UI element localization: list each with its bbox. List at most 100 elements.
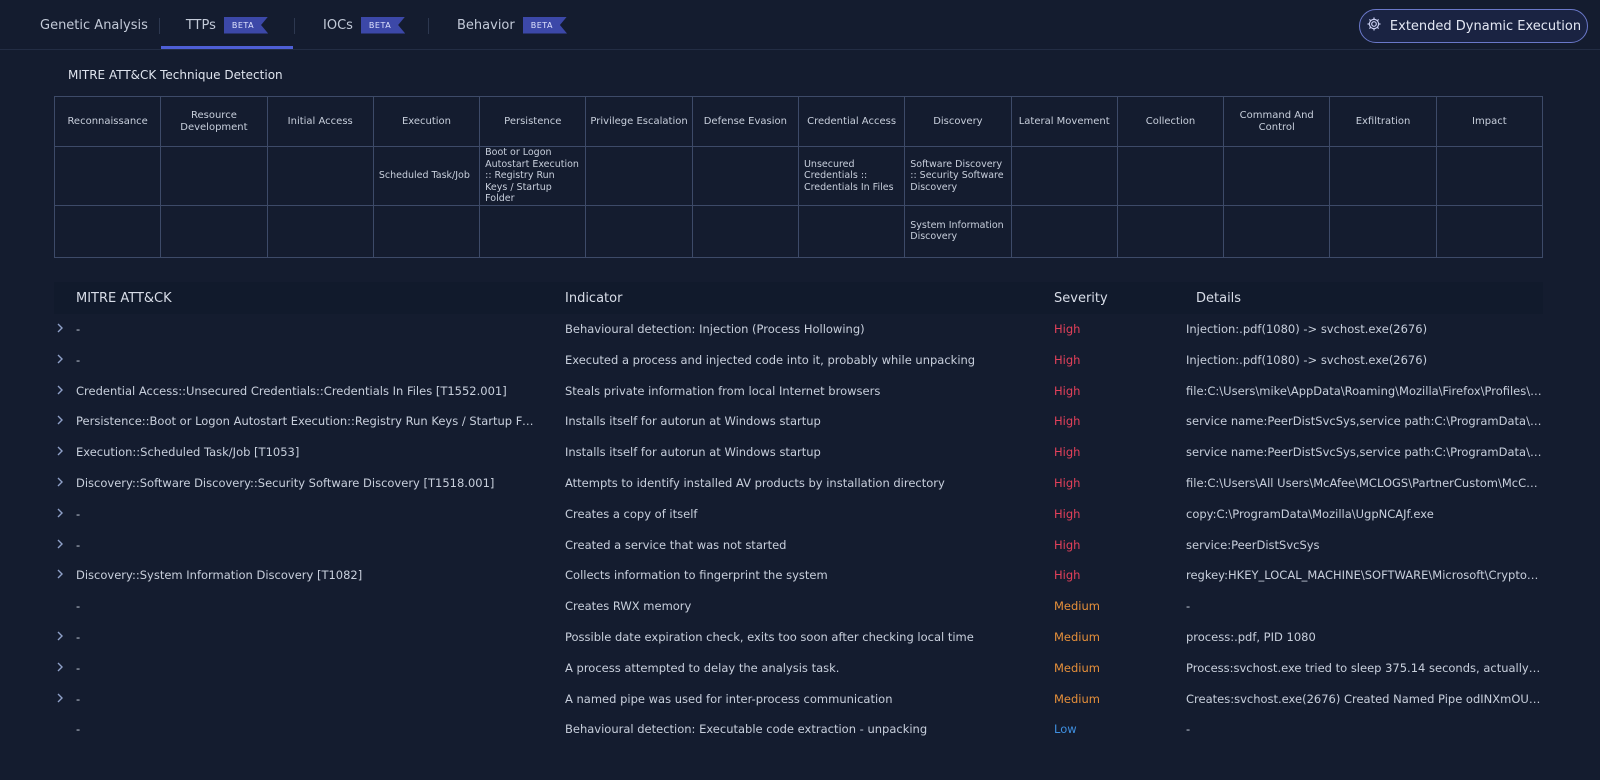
header-indicator[interactable]: Indicator <box>565 291 622 306</box>
empty-cell <box>1435 146 1544 206</box>
chevron-right-icon[interactable] <box>54 414 66 426</box>
tactic-header: Reconnaissance <box>53 96 162 147</box>
chevron-right-icon[interactable] <box>54 568 66 580</box>
chevron-right-icon[interactable] <box>54 538 66 550</box>
severity-label: Medium <box>1054 660 1100 675</box>
tab-label: Behavior <box>457 17 515 33</box>
chevron-right-icon[interactable] <box>54 384 66 396</box>
header-severity[interactable]: Severity <box>1054 291 1108 306</box>
mitre-technique: - <box>76 352 81 367</box>
empty-cell <box>1329 146 1437 206</box>
empty-cell <box>372 204 481 258</box>
tactic-header: Initial Access <box>266 96 374 147</box>
severity-label: High <box>1054 352 1081 367</box>
empty-cell <box>1223 204 1331 258</box>
mitre-technique: - <box>76 629 81 644</box>
tab-genetic-analysis[interactable]: Genetic Analysis <box>40 0 148 50</box>
empty-cell <box>1435 204 1544 258</box>
tab-label: Genetic Analysis <box>40 17 148 33</box>
indicator-row[interactable]: - Created a service that was not started H… <box>54 530 1543 561</box>
beta-badge: BETA <box>360 16 406 34</box>
indicator-row[interactable]: Discovery::Software Discovery::Security … <box>54 468 1543 499</box>
tactic-header: Exfiltration <box>1329 96 1437 147</box>
details-text: copy:C:\ProgramData\Mozilla\UgpNCAJf.exe <box>1186 506 1434 521</box>
indicator-row[interactable]: - A process attempted to delay the analys… <box>54 653 1543 684</box>
indicator-row[interactable]: Credential Access::Unsecured Credentials… <box>54 376 1543 407</box>
details-text: process:.pdf, PID 1080 <box>1186 629 1316 644</box>
indicator-text: Installs itself for autorun at Windows s… <box>565 414 821 429</box>
chevron-right-icon[interactable] <box>54 630 66 642</box>
details-text: file:C:\Users\All Users\McAfee\MCLOGS\Pa… <box>1186 475 1543 490</box>
indicator-row[interactable]: - Executed a process and injected code in… <box>54 345 1543 376</box>
matrix-title: MITRE ATT&CK Technique Detection <box>68 68 283 82</box>
tactic-header: Discovery <box>904 96 1012 147</box>
indicator-row[interactable]: Persistence::Boot or Logon Autostart Exe… <box>54 406 1543 437</box>
details-text: - <box>1186 599 1191 614</box>
indicator-text: Creates a copy of itself <box>565 506 698 521</box>
technique-cell[interactable]: Software Discovery :: Security Software … <box>904 146 1012 206</box>
mitre-technique: - <box>76 506 81 521</box>
tab-iocs[interactable]: IOCs BETA <box>323 0 406 50</box>
chevron-right-icon[interactable] <box>54 445 66 457</box>
technique-cell[interactable]: Scheduled Task/Job <box>372 146 481 206</box>
tactic-header: Lateral Movement <box>1010 96 1118 147</box>
chevron-right-icon[interactable] <box>54 507 66 519</box>
empty-cell <box>691 204 799 258</box>
chevron-right-icon[interactable] <box>54 353 66 365</box>
chevron-right-icon[interactable] <box>54 322 66 334</box>
empty-cell <box>1329 204 1437 258</box>
indicator-text: Executed a process and injected code int… <box>565 352 976 367</box>
beta-badge: BETA <box>223 16 269 34</box>
mitre-technique: - <box>76 660 81 675</box>
indicator-row[interactable]: - Creates a copy of itself High copy:C:\Pro… <box>54 499 1543 530</box>
technique-cell[interactable]: Boot or Logon Autostart Execution :: Reg… <box>479 146 587 206</box>
mitre-technique: - <box>76 599 81 614</box>
severity-label: High <box>1054 475 1081 490</box>
tactic-header: Persistence <box>479 96 587 147</box>
indicator-text: A named pipe was used for inter-process … <box>565 691 893 706</box>
indicator-row[interactable]: Execution::Scheduled Task/Job [T1053] Ins… <box>54 437 1543 468</box>
mitre-technique: Execution::Scheduled Task/Job [T1053] <box>76 445 300 460</box>
details-text: - <box>1186 722 1191 737</box>
empty-cell <box>1116 146 1225 206</box>
severity-label: Medium <box>1054 599 1100 614</box>
details-text: Creates:svchost.exe(2676) Created Named … <box>1186 691 1543 706</box>
indicator-text: Behavioural detection: Executable code e… <box>565 722 928 737</box>
chevron-right-icon[interactable] <box>54 692 66 704</box>
details-text: service:PeerDistSvcSys <box>1186 537 1320 552</box>
technique-cell[interactable]: Unsecured Credentials :: Credentials In … <box>797 146 906 206</box>
severity-label: High <box>1054 322 1081 336</box>
severity-label: Low <box>1054 722 1077 737</box>
header-details[interactable]: Details <box>1196 291 1241 306</box>
chevron-right-icon[interactable] <box>54 476 66 488</box>
severity-label: Medium <box>1054 629 1100 644</box>
indicator-text: Behavioural detection: Injection (Proces… <box>565 322 865 336</box>
chevron-right-icon[interactable] <box>54 661 66 673</box>
extended-dynamic-execution-button[interactable]: Extended Dynamic Execution <box>1359 9 1588 43</box>
tab-behavior[interactable]: Behavior BETA <box>457 0 568 50</box>
empty-cell <box>691 146 799 206</box>
severity-label: High <box>1054 537 1081 552</box>
indicator-row[interactable]: - Behavioural detection: Injection (Proce… <box>54 314 1543 345</box>
indicator-row[interactable]: - Possible date expiration check, exits t… <box>54 622 1543 653</box>
technique-cell[interactable]: System Information Discovery <box>904 204 1012 258</box>
tactic-header: Privilege Escalation <box>585 96 693 147</box>
severity-label: High <box>1054 506 1081 521</box>
header-mitre[interactable]: MITRE ATT&CK <box>76 291 172 306</box>
tab-ttps[interactable]: TTPs BETA <box>161 0 293 50</box>
severity-label: High <box>1054 383 1081 398</box>
top-tab-bar: Genetic Analysis TTPs BETA IOCs BETA Beh… <box>0 0 1600 50</box>
indicator-row[interactable]: Discovery::System Information Discovery … <box>54 560 1543 591</box>
severity-label: Medium <box>1054 691 1100 706</box>
indicator-row[interactable]: - A named pipe was used for inter-process… <box>54 684 1543 715</box>
empty-cell <box>1010 204 1118 258</box>
matrix-row: System Information Discovery <box>53 204 1544 258</box>
details-text: Process:svchost.exe tried to sleep 375.1… <box>1186 660 1543 675</box>
indicator-text: Created a service that was not started <box>565 537 787 552</box>
tab-label: TTPs <box>185 17 216 33</box>
list-header: MITRE ATT&CK Indicator Severity Details <box>54 282 1543 314</box>
severity-label: High <box>1054 568 1081 583</box>
tactic-header: Collection <box>1116 96 1225 147</box>
list-rows: - Behavioural detection: Injection (Proce… <box>54 314 1543 745</box>
empty-cell <box>1116 204 1225 258</box>
